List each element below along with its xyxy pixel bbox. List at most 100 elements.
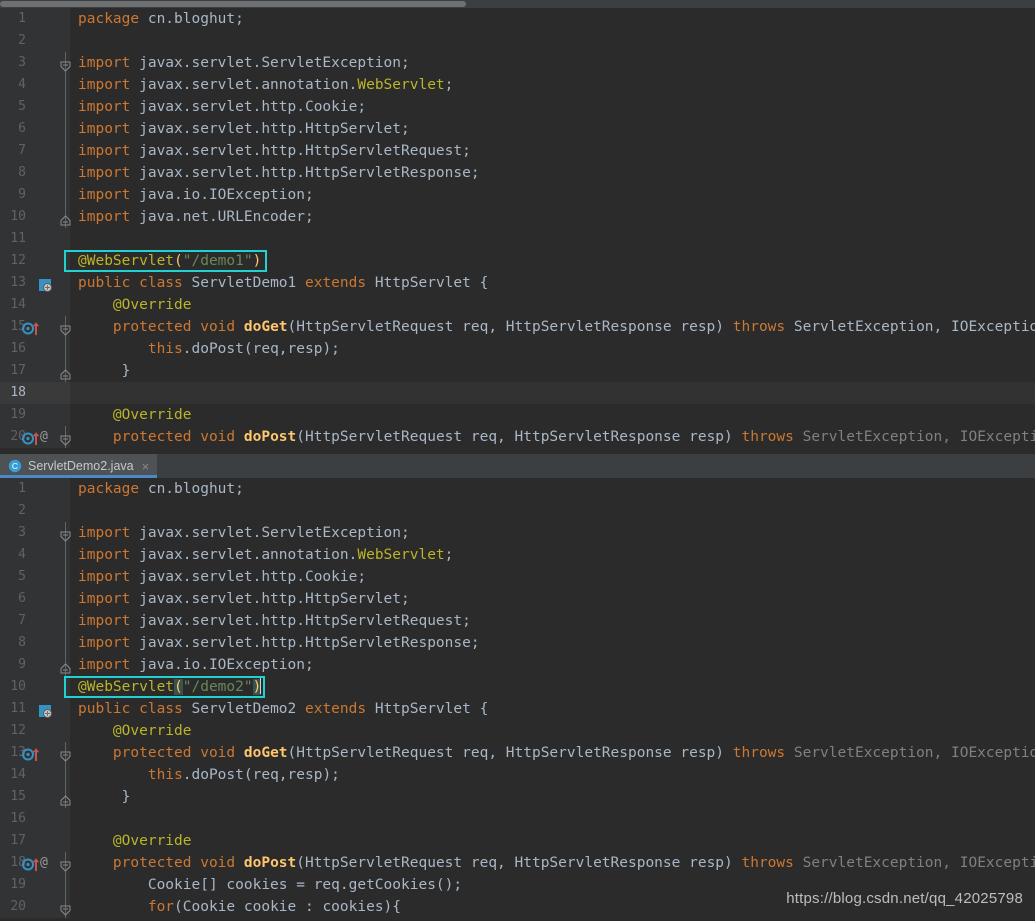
editor-gutter[interactable]: 2 [0,500,62,522]
editor-gutter[interactable]: 12 [0,250,62,272]
editor-gutter[interactable]: 1 [0,478,62,500]
editor-gutter[interactable]: 12 [0,720,62,742]
editor-gutter[interactable]: 16 [0,338,62,360]
code-text[interactable]: this.doPost(req,resp); [70,764,1035,786]
editor-gutter[interactable]: 20 [0,896,62,918]
code-line[interactable]: 8 import javax.servlet.http.HttpServletRe… [0,632,1035,654]
code-text[interactable]: import java.net.URLEncoder; [70,206,1035,228]
editor-gutter[interactable]: 7 [0,140,62,162]
code-line[interactable]: 19 @Override [0,404,1035,426]
code-line[interactable]: 7 import javax.servlet.http.HttpServletRe… [0,610,1035,632]
code-text[interactable]: @Override [70,830,1035,852]
code-line[interactable]: 7 import javax.servlet.http.HttpServletRe… [0,140,1035,162]
scrollbar-thumb[interactable] [0,1,466,7]
editor-gutter[interactable]: 17 [0,360,62,382]
code-text[interactable]: import javax.servlet.http.HttpServletReq… [70,140,1035,162]
code-folding-column[interactable] [62,720,70,742]
editor-gutter[interactable]: 16 [0,808,62,830]
code-line[interactable]: 1 package cn.bloghut; [0,8,1035,30]
editor-gutter[interactable]: 17 [0,830,62,852]
code-text[interactable]: protected void doGet(HttpServletRequest … [70,316,1035,338]
code-folding-column[interactable] [62,8,70,30]
code-text[interactable] [70,808,1035,830]
editor-gutter[interactable]: 4 [0,74,62,96]
code-line[interactable]: 14 this.doPost(req,resp); [0,764,1035,786]
close-icon[interactable]: × [142,460,150,473]
code-line[interactable]: 16 this.doPost(req,resp); [0,338,1035,360]
code-folding-column[interactable] [62,140,70,162]
code-line[interactable]: 2 [0,500,1035,522]
code-folding-column[interactable] [62,544,70,566]
code-folding-column[interactable] [60,742,71,764]
code-folding-column[interactable] [60,786,71,808]
editor-gutter[interactable]: 19 [0,404,62,426]
editor-gutter[interactable]: 15 [0,786,62,808]
code-line[interactable]: 11 public class ServletDemo2 extends Http… [0,698,1035,720]
editor-gutter[interactable]: 8 [0,162,62,184]
editor-gutter[interactable]: 19 [0,874,62,896]
code-text[interactable]: import java.io.IOException; [70,184,1035,206]
code-folding-column[interactable] [62,294,70,316]
code-line[interactable]: 10 import java.net.URLEncoder; [0,206,1035,228]
override-method-icon[interactable] [22,320,44,335]
code-folding-column[interactable] [62,632,70,654]
code-folding-column[interactable] [60,360,71,382]
code-line[interactable]: 13 public class ServletDemo1 extends Http… [0,272,1035,294]
code-text[interactable]: protected void doGet(HttpServletRequest … [70,742,1035,764]
editor-gutter[interactable]: 7 [0,610,62,632]
code-text[interactable]: @Override [70,294,1035,316]
code-area-top[interactable]: 1 package cn.bloghut; 2 3 import javax.servl… [0,8,1035,448]
code-text[interactable]: import javax.servlet.ServletException; [70,52,1035,74]
code-line[interactable]: 2 [0,30,1035,52]
code-text[interactable]: import javax.servlet.http.HttpServletReq… [70,610,1035,632]
code-folding-column[interactable] [62,478,70,500]
editor-gutter[interactable]: 15 [0,316,62,338]
editor-gutter[interactable]: 3 [0,522,62,544]
code-folding-column[interactable] [62,250,70,272]
code-text[interactable]: public class ServletDemo2 extends HttpSe… [70,698,1035,720]
code-line[interactable]: 3 import javax.servlet.ServletException; [0,52,1035,74]
code-text[interactable]: import javax.servlet.ServletException; [70,522,1035,544]
class-run-icon[interactable] [38,276,52,292]
editor-gutter[interactable]: 18 [0,382,62,404]
code-line[interactable]: 8 import javax.servlet.http.HttpServletRe… [0,162,1035,184]
code-area-bottom[interactable]: 1 package cn.bloghut; 2 3 import javax.servl… [0,478,1035,918]
code-line[interactable]: 5 import javax.servlet.http.Cookie; [0,96,1035,118]
code-folding-column[interactable] [62,228,70,250]
code-folding-column[interactable] [62,610,70,632]
code-folding-column[interactable] [62,874,70,896]
code-folding-column[interactable] [62,500,70,522]
code-line[interactable]: 15 } [0,786,1035,808]
code-text[interactable]: } [70,786,1035,808]
code-text[interactable]: import javax.servlet.http.Cookie; [70,566,1035,588]
code-line[interactable]: 9 import java.io.IOException; [0,184,1035,206]
code-text[interactable]: import javax.servlet.http.HttpServletRes… [70,162,1035,184]
code-folding-column[interactable] [62,272,70,294]
code-text[interactable] [70,382,1035,404]
code-folding-column[interactable] [62,74,70,96]
code-folding-column[interactable] [60,52,71,74]
editor-gutter[interactable]: 5 [0,96,62,118]
code-text[interactable]: @Override [70,404,1035,426]
code-line[interactable]: 18 @ protected void doPost(HttpServletReq… [0,852,1035,874]
code-folding-column[interactable] [62,404,70,426]
editor-gutter[interactable]: 13 [0,272,62,294]
code-text[interactable]: @WebServlet("/demo2") [70,676,1035,698]
editor-gutter[interactable]: 9 [0,184,62,206]
code-line[interactable]: 18 [0,382,1035,404]
code-text[interactable]: @WebServlet("/demo1") [70,250,1035,272]
editor-gutter[interactable]: 6 [0,588,62,610]
editor-gutter[interactable]: 14 [0,294,62,316]
code-folding-column[interactable] [62,382,70,404]
editor-gutter[interactable]: 3 [0,52,62,74]
code-folding-column[interactable] [62,162,70,184]
code-folding-column[interactable] [62,118,70,140]
code-text[interactable]: public class ServletDemo1 extends HttpSe… [70,272,1035,294]
code-text[interactable]: protected void doPost(HttpServletRequest… [70,426,1035,448]
editor-gutter[interactable]: 9 [0,654,62,676]
editor-gutter[interactable]: 4 [0,544,62,566]
editor-gutter[interactable]: 14 [0,764,62,786]
tab-servletdemo2-java[interactable]: C ServletDemo2.java × [0,454,158,478]
editor-gutter[interactable]: 5 [0,566,62,588]
code-text[interactable]: import java.io.IOException; [70,654,1035,676]
